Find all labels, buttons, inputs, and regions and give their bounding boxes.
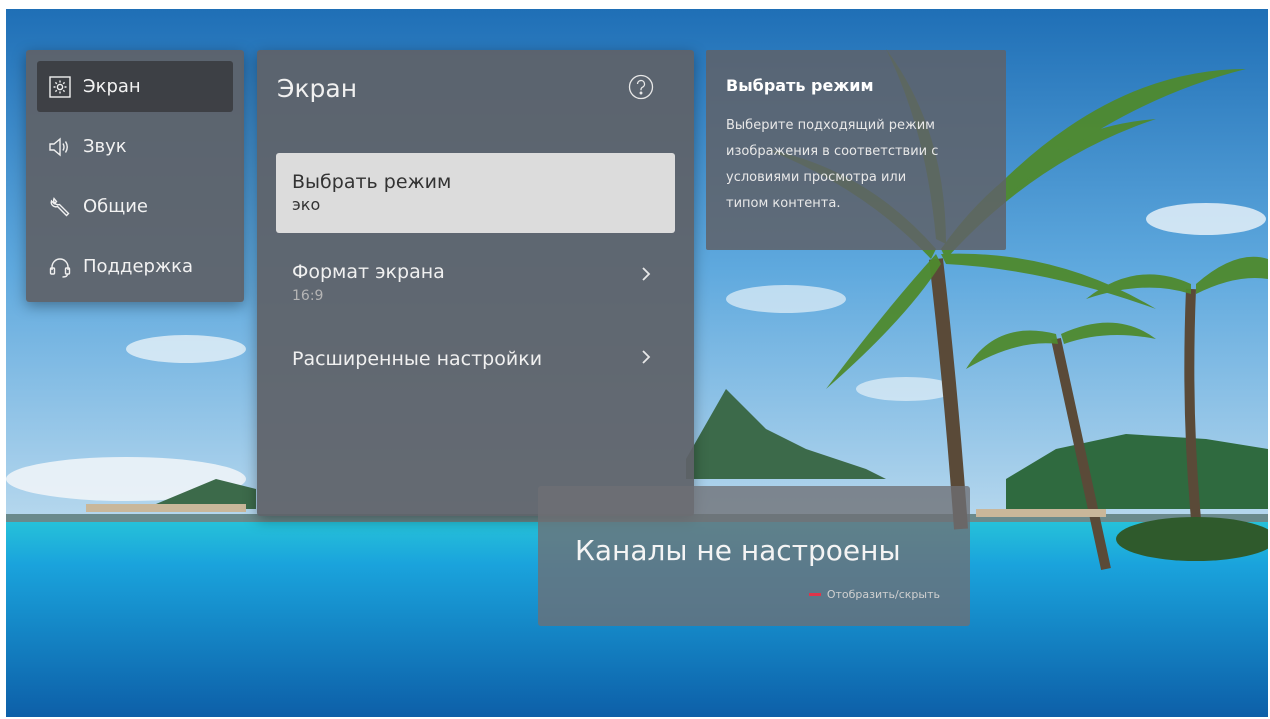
help-line: Выберите подходящий режим bbox=[726, 118, 935, 133]
sidebar-item-label: Экран bbox=[83, 76, 141, 97]
option-advanced-settings[interactable]: Расширенные настройки bbox=[276, 330, 675, 410]
option-value: эко bbox=[292, 195, 321, 214]
help-line: изображения в соответствии с bbox=[726, 144, 939, 159]
sidebar-item-support[interactable]: Поддержка bbox=[37, 241, 233, 292]
no-channels-banner: Каналы не настроены Отобразить/скрыть bbox=[538, 486, 970, 626]
settings-panel: Экран Выбрать режим эко Формат экрана 16… bbox=[257, 50, 694, 516]
category-menu: Экран Звук Общие Поддержка bbox=[26, 50, 244, 302]
option-picture-mode[interactable]: Выбрать режим эко bbox=[276, 153, 675, 233]
sidebar-item-label: Общие bbox=[83, 196, 148, 217]
help-description-panel: Выбрать режим Выберите подходящий режим … bbox=[706, 50, 1006, 250]
sidebar-item-label: Звук bbox=[83, 136, 127, 157]
hint-label: Отобразить/скрыть bbox=[826, 588, 940, 601]
tv-screen: Экран Звук Общие Поддержка Экран Выбрать… bbox=[6, 9, 1268, 717]
option-label: Формат экрана bbox=[292, 261, 445, 283]
no-channels-message: Каналы не настроены bbox=[575, 534, 901, 567]
chevron-right-icon bbox=[642, 267, 651, 281]
chevron-right-icon bbox=[642, 350, 651, 364]
help-line: условиями просмотра или bbox=[726, 170, 907, 185]
page-title: Экран bbox=[277, 74, 358, 103]
sidebar-item-label: Поддержка bbox=[83, 256, 194, 277]
help-line: типом контента. bbox=[726, 196, 841, 211]
picture-icon bbox=[47, 75, 73, 99]
red-button-icon bbox=[808, 593, 821, 596]
help-icon[interactable] bbox=[628, 74, 654, 100]
option-label: Расширенные настройки bbox=[292, 348, 543, 370]
sidebar-item-picture[interactable]: Экран bbox=[37, 61, 233, 112]
headset-icon bbox=[47, 255, 73, 279]
help-text: Выберите подходящий режим изображения в … bbox=[726, 113, 986, 217]
sidebar-item-sound[interactable]: Звук bbox=[37, 121, 233, 172]
speaker-icon bbox=[47, 135, 73, 159]
wrench-icon bbox=[47, 195, 73, 219]
show-hide-hint[interactable]: Отобразить/скрыть bbox=[808, 588, 940, 601]
sidebar-item-general[interactable]: Общие bbox=[37, 181, 233, 232]
option-value: 16:9 bbox=[292, 288, 324, 304]
option-aspect-ratio[interactable]: Формат экрана 16:9 bbox=[276, 243, 675, 323]
option-label: Выбрать режим bbox=[292, 171, 452, 193]
help-title: Выбрать режим bbox=[726, 76, 874, 95]
